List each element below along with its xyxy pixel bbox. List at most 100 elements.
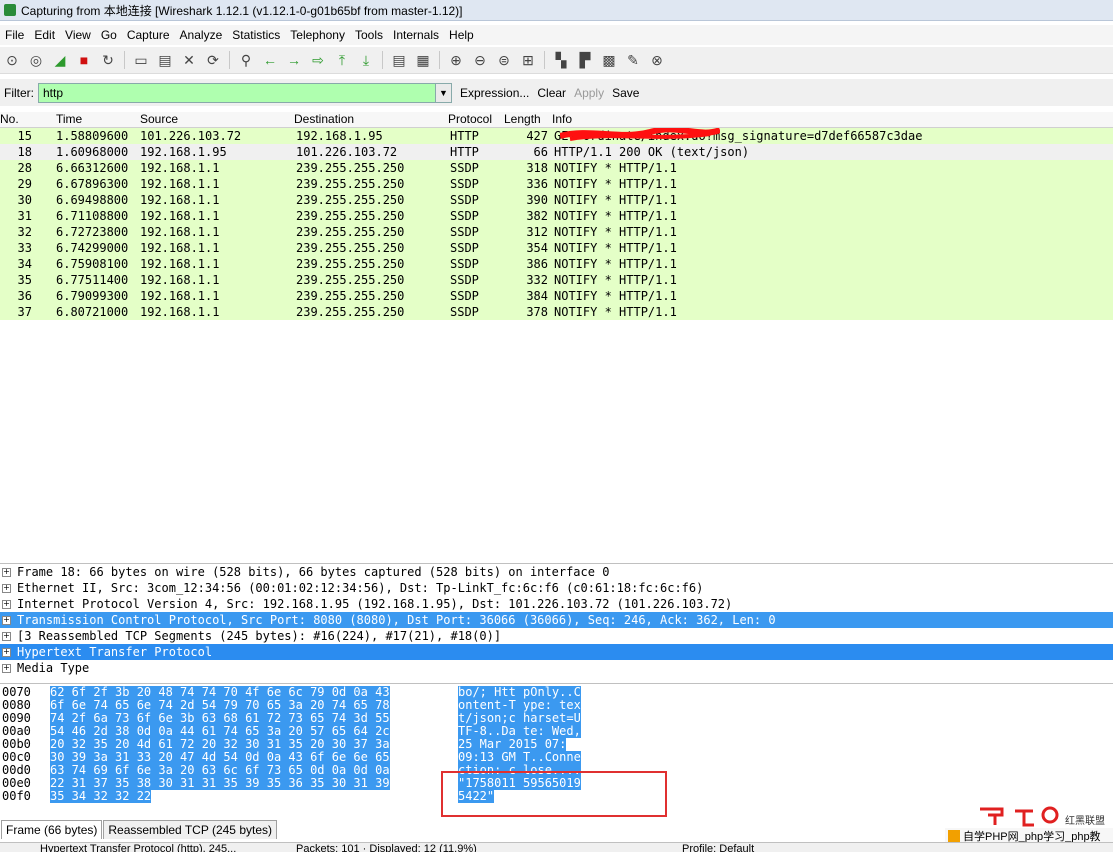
reload-icon[interactable]: ⟳ [202,49,224,71]
menu-tools[interactable]: Tools [350,28,388,42]
packet-details-pane[interactable]: + Frame 18: 66 bytes on wire (528 bits), … [0,563,1113,679]
bytes-offset[interactable]: 00f0 [2,790,31,803]
expand-icon[interactable]: + [2,600,11,609]
bytes-hex[interactable]: 35 34 32 32 22 [50,790,152,803]
packet-row[interactable]: 34 6.75908100 192.168.1.1 239.255.255.250 SS… [0,256,1113,272]
expand-icon[interactable]: + [2,664,11,673]
packet-cell-time: 6.77511400 [56,273,129,287]
column-source[interactable]: Source [140,112,178,126]
packet-cell-source: 192.168.1.1 [140,193,220,207]
expand-icon[interactable]: + [2,616,11,625]
column-time[interactable]: Time [56,112,82,126]
packet-cell-no: 29 [17,177,32,191]
filter-bar: Filter: ▼ Expression... Clear Apply Save [0,79,1113,106]
packet-cell-time: 6.69498800 [56,193,129,207]
zoom-out-icon[interactable]: ⊖ [469,49,491,71]
stop-capture-icon[interactable]: ■ [73,49,95,71]
expand-icon[interactable]: + [2,648,11,657]
filter-input[interactable] [38,82,436,103]
packet-cell-info: NOTIFY * HTTP/1.1 [554,257,677,271]
packet-cell-destination: 239.255.255.250 [296,225,405,239]
expand-icon[interactable]: + [2,632,11,641]
first-packet-icon[interactable]: ⤒ [331,49,353,71]
close-file-icon[interactable]: ✕ [178,49,200,71]
apply-button[interactable]: Apply [574,86,604,100]
capture-filters-icon[interactable]: ▚ [550,49,572,71]
detail-row[interactable]: + Transmission Control Protocol, Src Port… [0,612,1113,628]
packet-cell-length: 378 [526,305,548,319]
save-file-icon[interactable]: ▤ [154,49,176,71]
menu-file[interactable]: File [0,28,29,42]
help-icon[interactable]: ⊗ [646,49,668,71]
interface-list-icon[interactable]: ⊙ [1,49,23,71]
resize-columns-icon[interactable]: ⊞ [517,49,539,71]
packet-row[interactable]: 32 6.72723800 192.168.1.1 239.255.255.250 SS… [0,224,1113,240]
packet-row[interactable]: 33 6.74299000 192.168.1.1 239.255.255.250 SS… [0,240,1113,256]
menu-internals[interactable]: Internals [388,28,444,42]
detail-row[interactable]: + Media Type [0,660,1113,676]
expand-icon[interactable]: + [2,584,11,593]
packet-cell-info: NOTIFY * HTTP/1.1 [554,305,677,319]
normal-size-icon[interactable]: ⊜ [493,49,515,71]
packet-cell-source: 192.168.1.1 [140,161,220,175]
back-icon[interactable]: ← [259,49,281,71]
menu-statistics[interactable]: Statistics [227,28,285,42]
window-title: Capturing from 本地连接 [Wireshark 1.12.1 (v… [21,3,463,18]
expression-button[interactable]: Expression... [460,86,529,100]
detail-row[interactable]: + Frame 18: 66 bytes on wire (528 bits), … [0,564,1113,580]
column-destination[interactable]: Destination [294,112,354,126]
column-info[interactable]: Info [552,112,572,126]
colorize-icon[interactable]: ▤ [388,49,410,71]
packet-cell-protocol: HTTP [450,129,479,143]
packet-cell-length: 354 [526,241,548,255]
tab-frame-bytes[interactable]: Frame (66 bytes) [1,820,103,839]
filter-dropdown-button[interactable]: ▼ [436,82,452,103]
detail-row[interactable]: + Internet Protocol Version 4, Src: 192.1… [0,596,1113,612]
display-filters-icon[interactable]: ▛ [574,49,596,71]
options-icon[interactable]: ◎ [25,49,47,71]
packet-row[interactable]: 31 6.71108800 192.168.1.1 239.255.255.250 SS… [0,208,1113,224]
start-capture-icon[interactable]: ◢ [49,49,71,71]
save-button[interactable]: Save [612,86,639,100]
packet-cell-protocol: SSDP [450,225,479,239]
zoom-in-icon[interactable]: ⊕ [445,49,467,71]
packet-row[interactable]: 28 6.66312600 192.168.1.1 239.255.255.250 SS… [0,160,1113,176]
column-no[interactable]: No. [0,112,19,126]
packet-list[interactable]: 15 1.58809600 101.226.103.72 192.168.1.95 HT… [0,128,1113,556]
menu-analyze[interactable]: Analyze [175,28,228,42]
packet-row[interactable]: 15 1.58809600 101.226.103.72 192.168.1.95 HT… [0,128,1113,144]
go-to-packet-icon[interactable]: ⇨ [307,49,329,71]
packet-row[interactable]: 18 1.60968000 192.168.1.95 101.226.103.72 HT… [0,144,1113,160]
menu-edit[interactable]: Edit [29,28,60,42]
auto-scroll-icon[interactable]: ▦ [412,49,434,71]
forward-icon[interactable]: → [283,49,305,71]
detail-row[interactable]: + Ethernet II, Src: 3com_12:34:56 (00:01:… [0,580,1113,596]
packet-cell-length: 66 [533,145,548,159]
detail-row[interactable]: + [3 Reassembled TCP Segments (245 bytes)… [0,628,1113,644]
column-protocol[interactable]: Protocol [448,112,492,126]
menu-capture[interactable]: Capture [122,28,175,42]
packet-row[interactable]: 29 6.67896300 192.168.1.1 239.255.255.250 SS… [0,176,1113,192]
packet-row[interactable]: 37 6.80721000 192.168.1.1 239.255.255.250 SS… [0,304,1113,320]
expand-icon[interactable]: + [2,568,11,577]
menu-help[interactable]: Help [444,28,479,42]
restart-capture-icon[interactable]: ↻ [97,49,119,71]
column-length[interactable]: Length [504,112,541,126]
menu-go[interactable]: Go [96,28,122,42]
packet-cell-info: NOTIFY * HTTP/1.1 [554,225,677,239]
packet-cell-time: 6.71108800 [56,209,129,223]
find-packet-icon[interactable]: ⚲ [235,49,257,71]
packet-cell-no: 15 [17,129,32,143]
menu-view[interactable]: View [60,28,96,42]
packet-row[interactable]: 36 6.79099300 192.168.1.1 239.255.255.250 SS… [0,288,1113,304]
clear-button[interactable]: Clear [537,86,566,100]
packet-row[interactable]: 35 6.77511400 192.168.1.1 239.255.255.250 SS… [0,272,1113,288]
menu-telephony[interactable]: Telephony [285,28,350,42]
coloring-rules-icon[interactable]: ▩ [598,49,620,71]
packet-row[interactable]: 30 6.69498800 192.168.1.1 239.255.255.250 SS… [0,192,1113,208]
tab-reassembled-tcp[interactable]: Reassembled TCP (245 bytes) [103,820,277,839]
detail-row[interactable]: + Hypertext Transfer Protocol [0,644,1113,660]
last-packet-icon[interactable]: ⤓ [355,49,377,71]
preferences-icon[interactable]: ✎ [622,49,644,71]
open-file-icon[interactable]: ▭ [130,49,152,71]
